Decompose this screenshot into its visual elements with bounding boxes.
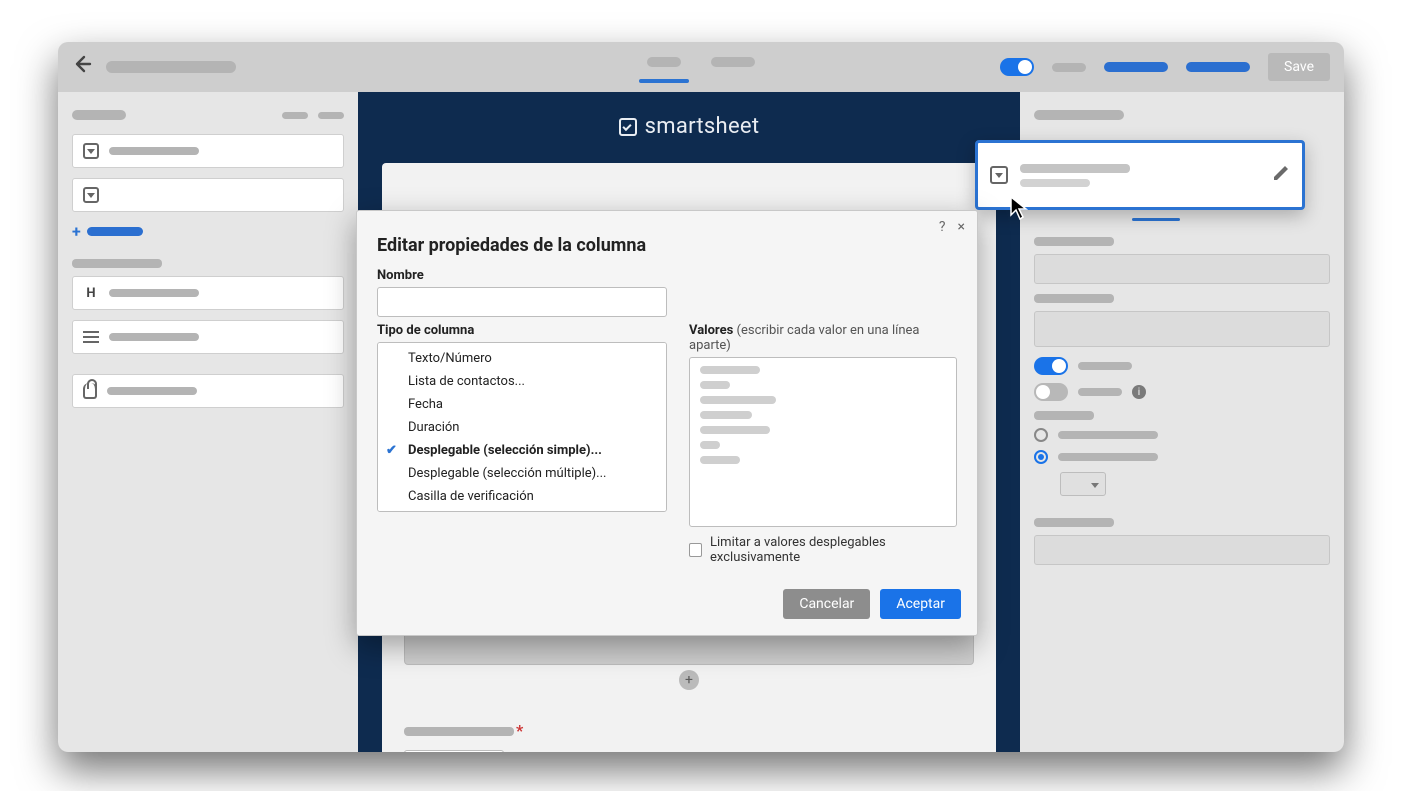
date-label-placeholder (404, 727, 514, 736)
column-type-option[interactable]: Fecha (378, 393, 666, 416)
right-header-placeholder (1034, 110, 1124, 120)
limit-dropdown-checkbox[interactable] (689, 543, 702, 557)
help-button[interactable]: ? (939, 219, 946, 235)
modal-title: Editar propiedades de la columna (357, 235, 977, 268)
date-input[interactable] (404, 750, 504, 752)
field-card-divider[interactable] (72, 320, 344, 354)
right-label-2 (1034, 294, 1114, 303)
left-section-2-title (72, 259, 162, 268)
left-section-title (72, 110, 126, 120)
field-card-heading[interactable]: H (72, 276, 344, 310)
preview-toggle[interactable] (1000, 58, 1034, 76)
selected-field-labels (1020, 164, 1260, 187)
info-icon[interactable]: i (1132, 385, 1146, 399)
limit-dropdown-label: Limitar a valores desplegables exclusiva… (710, 535, 957, 565)
topbar-right: Save (1000, 53, 1330, 81)
brand: smartsheet (358, 92, 1020, 163)
brand-check-icon (619, 118, 637, 136)
column-type-option[interactable]: Texto/Número (378, 347, 666, 370)
edit-icon[interactable] (1272, 164, 1290, 186)
type-label: Tipo de columna (377, 323, 667, 338)
add-element-button[interactable]: + (679, 670, 699, 690)
topbar-link-1[interactable] (1104, 62, 1168, 72)
dropdown-chip[interactable] (1060, 472, 1106, 496)
cancel-button[interactable]: Cancelar (783, 589, 870, 619)
right-label-4 (1034, 518, 1114, 527)
column-type-option[interactable]: Desplegable (selección múltiple)... (378, 462, 666, 485)
field-card-attachment[interactable] (72, 374, 344, 408)
column-type-option[interactable]: Duración (378, 416, 666, 439)
radio-option-1[interactable] (1034, 428, 1048, 442)
save-button[interactable]: Save (1268, 53, 1330, 81)
name-label: Nombre (377, 268, 957, 283)
arrow-left-icon (72, 54, 92, 74)
top-tabs (645, 51, 757, 83)
required-asterisk: * (516, 721, 523, 740)
column-type-option[interactable]: Lista de contactos... (378, 370, 666, 393)
brand-name: smartsheet (645, 114, 760, 139)
top-tab-2[interactable] (709, 51, 757, 83)
column-type-option[interactable]: Casilla de verificación (378, 485, 666, 508)
column-name-input[interactable] (377, 287, 667, 317)
right-toggle-off[interactable] (1034, 383, 1068, 401)
page-title-placeholder (106, 61, 236, 73)
field-card-dropdown-1[interactable] (72, 134, 344, 168)
radio-option-2[interactable] (1034, 450, 1048, 464)
dropdown-icon (83, 143, 99, 159)
divider-icon (83, 331, 99, 343)
back-button[interactable] (72, 54, 92, 80)
values-textarea[interactable] (689, 357, 957, 527)
left-panel: H (58, 92, 358, 752)
cursor-icon (1010, 196, 1032, 222)
dropdown-icon (990, 166, 1008, 184)
add-field-link[interactable] (72, 222, 344, 241)
right-input-2[interactable] (1034, 311, 1330, 347)
column-type-option[interactable]: Desplegable (selección simple)... (378, 439, 666, 462)
right-input-3[interactable] (1034, 535, 1330, 565)
field-card-dropdown-2[interactable] (72, 178, 344, 212)
topbar: Save (58, 42, 1344, 92)
topbar-label-1 (1052, 63, 1086, 72)
column-type-listbox[interactable]: Texto/NúmeroLista de contactos...FechaDu… (377, 342, 667, 512)
column-type-option[interactable]: Símbolos... (378, 508, 666, 512)
values-label: Valores (escribir cada valor en una líne… (689, 323, 957, 353)
right-label-3 (1034, 411, 1094, 420)
close-button[interactable]: × (958, 219, 965, 235)
dropdown-icon (83, 187, 99, 203)
heading-icon: H (83, 286, 99, 301)
edit-column-properties-modal: ? × Editar propiedades de la columna Nom… (356, 210, 978, 636)
right-label-1 (1034, 237, 1114, 246)
top-tab-1[interactable] (645, 51, 683, 83)
topbar-link-2[interactable] (1186, 62, 1250, 72)
right-input-1[interactable] (1034, 254, 1330, 284)
right-toggle-on[interactable] (1034, 357, 1068, 375)
accept-button[interactable]: Aceptar (880, 589, 961, 619)
attachment-icon (83, 383, 97, 399)
